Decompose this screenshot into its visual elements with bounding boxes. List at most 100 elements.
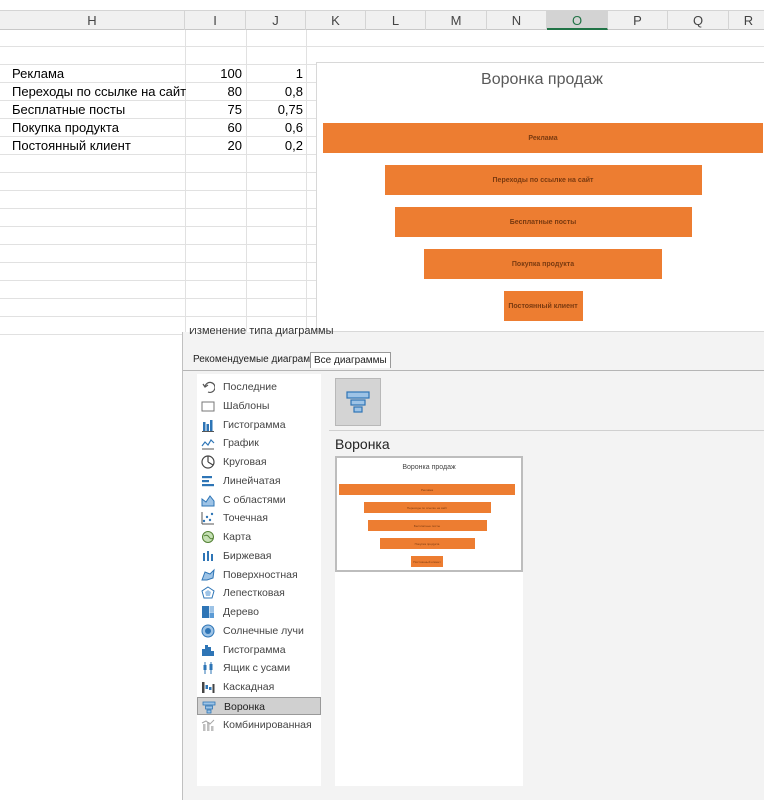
column-header-m[interactable]: M [426,11,487,30]
cell-h-label[interactable]: Реклама [12,65,64,83]
tab-divider [183,370,764,371]
chart-title[interactable]: Воронка продаж [317,71,764,89]
grid-hline [0,262,316,263]
chart-type-item[interactable]: Последние [197,378,321,396]
chart-type-item[interactable]: Гистограмма [197,641,321,659]
chart-type-label: Дерево [223,606,259,618]
pie-chart-icon [201,455,215,469]
preview-funnel-bar: Реклама [339,484,515,495]
cell-i-value[interactable]: 100 [190,65,242,83]
chart-type-item[interactable]: Шаблоны [197,397,321,415]
funnel-bar[interactable]: Бесплатные посты [394,207,692,237]
preview-funnel-bar: Покупка продукта [379,538,475,549]
map-chart-icon [202,531,214,543]
preview-area: Воронка продаж Реклама Переходы по ссылке… [335,456,523,786]
dialog-tabs: Рекомендуемые диаграммы Все диаграммы [183,352,764,370]
scatter-chart-icon [201,512,214,525]
column-header-k[interactable]: K [306,11,366,30]
funnel-bar[interactable]: Постоянный клиент [503,291,583,321]
grid-hline [0,280,316,281]
cell-h-label[interactable]: Покупка продукта [12,119,119,137]
column-header-o[interactable]: O [547,11,608,30]
chart-type-item[interactable]: График [197,434,321,452]
chart-type-label: Последние [223,381,278,393]
preview-funnel-bar: Переходы по ссылке на сайт [363,502,491,513]
chart-type-label: Каскадная [223,681,275,693]
chart-type-item[interactable]: Точечная [197,509,321,527]
funnel-chart-icon [202,701,216,714]
funnel-bar[interactable]: Покупка продукта [424,249,662,279]
area-chart-icon [201,494,215,506]
column-header-n[interactable]: N [487,11,547,30]
chart-type-item[interactable]: Лепестковая [197,584,321,602]
chart-type-item[interactable]: Биржевая [197,547,321,565]
cell-j-ratio[interactable]: 0,8 [250,83,303,101]
chart-type-item[interactable]: С областями [197,491,321,509]
cell-i-value[interactable]: 60 [190,119,242,137]
funnel-chart[interactable]: Воронка продаж Реклама Переходы по ссылке… [316,62,764,332]
cell-j-ratio[interactable]: 0,6 [250,119,303,137]
column-header-l[interactable]: L [366,11,426,30]
column-header-h[interactable]: H [0,11,185,30]
chart-type-item[interactable]: Ящик с усами [197,659,321,677]
dialog-title: Изменение типа диаграммы [189,328,334,337]
cell-h-label[interactable]: Бесплатные посты [12,101,125,119]
tab-all-charts[interactable]: Все диаграммы [310,352,391,368]
cell-h-label[interactable]: Постоянный клиент [12,137,131,155]
funnel-bar[interactable]: Переходы по ссылке на сайт [384,165,702,195]
chart-preview[interactable]: Воронка продаж Реклама Переходы по ссылке… [335,456,523,572]
chart-type-item[interactable]: Комбинированная [197,716,321,734]
cell-h-label[interactable]: Переходы по ссылке на сайт [12,83,186,101]
cell-j-ratio[interactable]: 0,2 [250,137,303,155]
column-chart-icon [202,419,214,432]
chart-type-item[interactable]: Круговая [197,453,321,471]
tab-recommended-charts[interactable]: Рекомендуемые диаграммы [193,352,324,368]
chart-type-list[interactable]: Последние Шаблоны Гистограмма График Кругова… [197,374,321,786]
chart-type-label: Солнечные лучи [223,624,304,637]
chart-type-item[interactable]: Дерево [197,603,321,621]
surface-chart-icon [201,568,215,580]
section-title: Воронка [335,436,390,452]
grid-hline [0,190,316,191]
chart-type-label: Карта [223,531,252,543]
chart-type-item[interactable]: Карта [197,528,321,546]
chart-type-label: Гистограмма [223,643,286,656]
column-header-q[interactable]: Q [668,11,729,30]
chart-type-label: Гистограмма [223,418,286,431]
recent-icon [202,381,215,393]
sunburst-chart-icon [201,624,215,638]
cell-i-value[interactable]: 80 [190,83,242,101]
chart-type-label: С областями [223,493,286,506]
cell-j-ratio[interactable]: 0,75 [250,101,303,119]
panel-divider [329,430,764,431]
chart-type-label: Шаблоны [223,399,270,412]
grid-hline [0,226,316,227]
cell-i-value[interactable]: 75 [190,101,242,119]
chart-type-item[interactable]: Гистограмма [197,416,321,434]
cell-i-value[interactable]: 20 [190,137,242,155]
chart-type-item[interactable]: Поверхностная [197,566,321,584]
change-chart-type-dialog: Изменение типа диаграммы Рекомендуемые д… [182,328,764,800]
grid-hline [0,172,316,173]
chart-type-label: Биржевая [223,549,272,562]
cell-j-ratio[interactable]: 1 [250,65,303,83]
column-header-i[interactable]: I [185,11,246,30]
funnel-variant-button[interactable] [335,378,381,426]
preview-funnel-bar: Бесплатные посты [367,520,487,531]
chart-type-label: Ящик с усами [223,662,291,675]
column-header-j[interactable]: J [246,11,306,30]
histogram-chart-icon [202,644,214,656]
column-header-r[interactable]: R [729,11,764,30]
chart-type-item[interactable]: Воронка [197,696,321,715]
chart-type-item[interactable]: Каскадная [197,678,321,696]
preview-title: Воронка продаж [402,464,456,471]
combo-chart-icon [201,719,215,731]
chart-type-item[interactable]: Линейчатая [197,472,321,490]
chart-type-item[interactable]: Солнечные лучи [197,622,321,640]
column-header-p[interactable]: P [608,11,668,30]
radar-chart-icon [201,586,215,599]
chart-type-label: Комбинированная [223,718,312,731]
funnel-bar[interactable]: Реклама [323,123,763,153]
grid-hline [0,208,316,209]
grid-hline [0,244,316,245]
